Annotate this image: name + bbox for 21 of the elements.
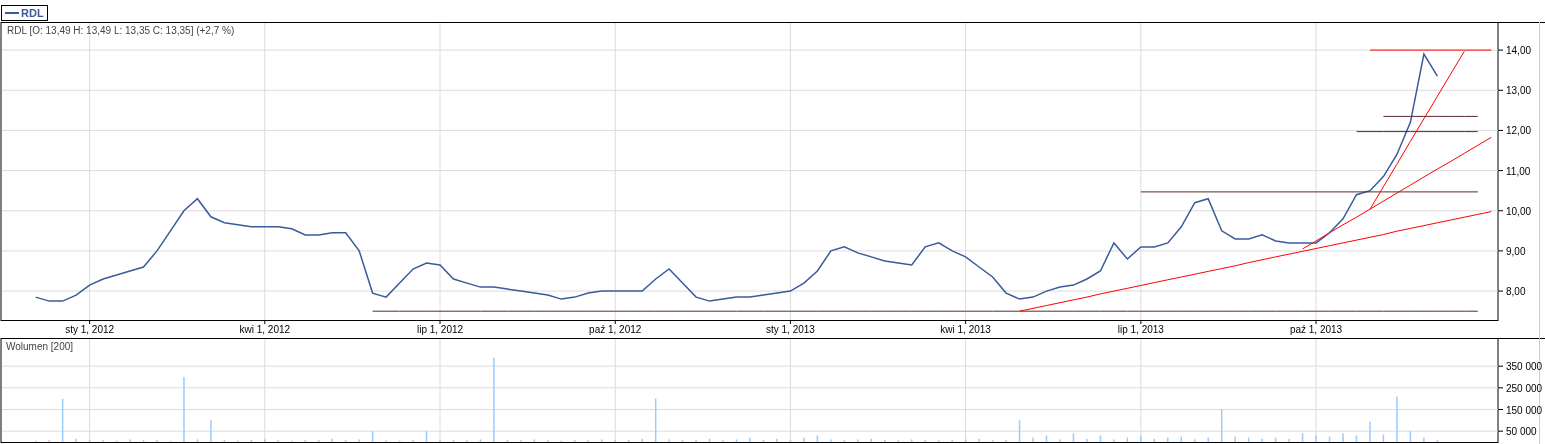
axis-label: kwi 1, 2013 [940, 324, 991, 335]
axis-label: lip 1, 2013 [1117, 324, 1164, 335]
axis-label: 8,00 [1506, 286, 1526, 298]
axis-label: paź 1, 2012 [589, 324, 642, 335]
axis-label: 14,00 [1506, 45, 1532, 57]
axis-label: 10,00 [1506, 205, 1532, 217]
axis-label: 13,00 [1506, 85, 1532, 97]
axis-label: 9,00 [1506, 245, 1526, 257]
axis-label: lip 1, 2012 [416, 324, 464, 335]
axis-label: 150 000 [1506, 404, 1543, 416]
axis-label: 11,00 [1506, 165, 1531, 177]
axis-label: paź 1, 2013 [1289, 324, 1343, 335]
axis-label: sty 1, 2013 [765, 324, 815, 335]
axis-label: kwi 1, 2012 [239, 324, 291, 335]
panel-title: Wolumen [200] [6, 341, 74, 352]
chart-legend: RDL [O: 13,49 H: 13,49 L: 13,35 C: 13,35] (+2,7 %) [7, 25, 235, 36]
axis-label: 50 000 [1506, 426, 1537, 438]
axis-label: 12,00 [1506, 125, 1532, 137]
axis-label: 350 000 [1506, 361, 1543, 373]
axis-label: sty 1, 2012 [65, 324, 115, 335]
axis-label: 250 000 [1506, 382, 1543, 394]
